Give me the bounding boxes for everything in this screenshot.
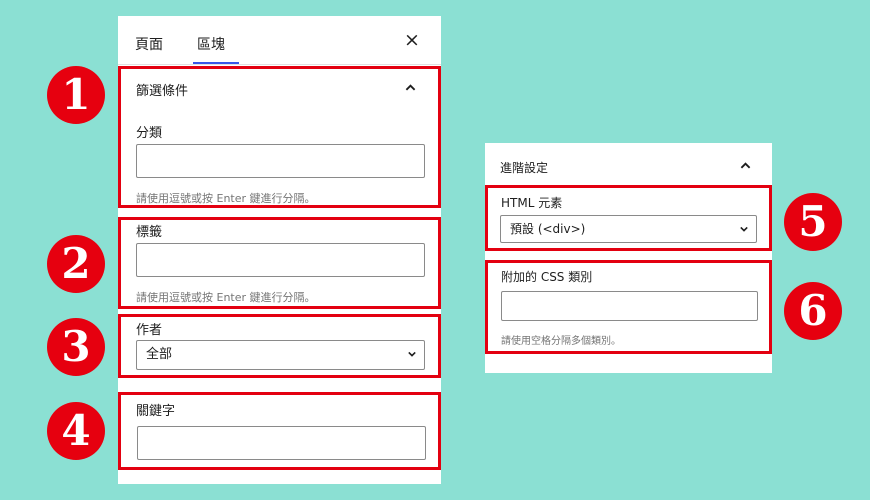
category-help-text: 請使用逗號或按 Enter 鍵進行分隔。	[136, 192, 316, 205]
html-element-selected-value: 預設 (<div>)	[510, 222, 586, 236]
advanced-settings-panel: 進階設定 HTML 元素 預設 (<div>) 附加的 CSS 類別 請使用空格…	[485, 143, 772, 373]
tab-block[interactable]: 區塊	[197, 34, 225, 54]
category-label: 分類	[136, 126, 163, 141]
css-class-label: 附加的 CSS 類別	[501, 270, 593, 284]
advanced-section-title: 進階設定	[500, 161, 549, 175]
css-class-input[interactable]	[501, 291, 758, 321]
step-badge-4: 4	[47, 402, 105, 460]
tab-page[interactable]: 頁面	[135, 34, 163, 54]
step-badge-5: 5	[784, 193, 842, 251]
keyword-input[interactable]	[137, 426, 426, 460]
block-settings-panel: 頁面 區塊 × 篩選條件 分類 請使用逗號或按 Enter 鍵進行分隔。 標籤 …	[118, 16, 441, 484]
author-selected-value: 全部	[146, 347, 173, 362]
chevron-down-icon	[408, 351, 416, 357]
tags-label: 標籤	[136, 225, 163, 240]
tags-help-text: 請使用逗號或按 Enter 鍵進行分隔。	[136, 291, 316, 304]
filter-section-title: 篩選條件	[136, 84, 189, 99]
tags-input[interactable]	[136, 243, 425, 277]
step-badge-6: 6	[784, 282, 842, 340]
html-element-label: HTML 元素	[501, 196, 563, 210]
step-badge-3: 3	[47, 318, 105, 376]
step-badge-2: 2	[47, 235, 105, 293]
close-icon[interactable]: ×	[404, 29, 420, 51]
tabs-divider	[118, 64, 441, 65]
css-class-help-text: 請使用空格分隔多個類別。	[501, 336, 621, 347]
keyword-label: 關鍵字	[136, 404, 176, 419]
step-badge-1: 1	[47, 66, 105, 124]
chevron-up-icon[interactable]	[405, 82, 416, 93]
chevron-down-icon	[740, 226, 748, 232]
chevron-up-icon[interactable]	[740, 160, 751, 171]
html-element-select[interactable]: 預設 (<div>)	[500, 215, 757, 243]
author-select[interactable]: 全部	[136, 340, 425, 370]
author-label: 作者	[136, 323, 163, 338]
category-input[interactable]	[136, 144, 425, 178]
